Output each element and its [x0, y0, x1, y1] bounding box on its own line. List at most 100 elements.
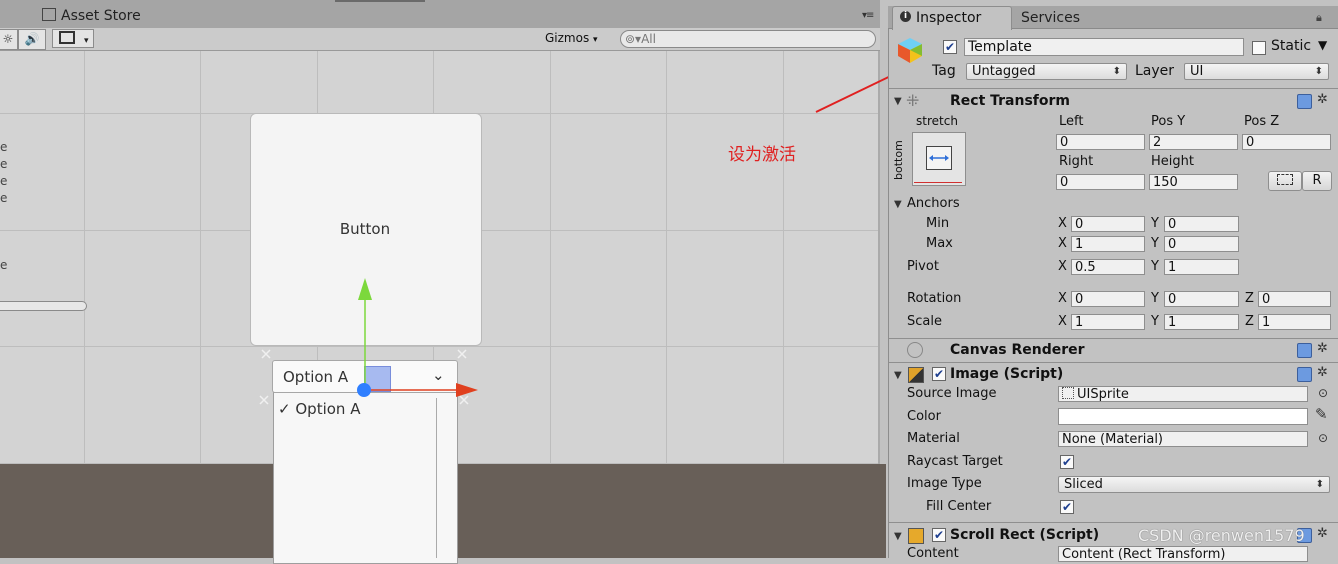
tag-label: Tag — [932, 63, 956, 79]
image-title: Image (Script) — [950, 366, 1064, 382]
gear-icon[interactable]: ✲ — [1317, 365, 1328, 380]
dropdown-template-scrollbar — [436, 398, 437, 558]
pivot-y-field[interactable]: 1 — [1164, 259, 1239, 275]
panel-menu-icon[interactable]: ▾≡ — [862, 10, 874, 21]
image-type-value: Sliced — [1064, 477, 1103, 492]
anchor-max-x-field[interactable]: 1 — [1071, 236, 1145, 252]
gameobject-name-field[interactable]: Template — [964, 38, 1244, 56]
gear-icon[interactable]: ✲ — [1317, 341, 1328, 356]
left-field[interactable]: 0 — [1056, 134, 1145, 150]
offscreen-text: e — [0, 140, 8, 154]
layer-dropdown[interactable]: UI ⬍ — [1184, 63, 1329, 80]
object-picker-icon[interactable]: ⊙ — [1318, 386, 1328, 400]
image-effects-icon — [59, 31, 75, 44]
static-checkbox[interactable] — [1252, 41, 1266, 55]
x-label: X — [1058, 236, 1067, 251]
blueprint-icon — [1277, 174, 1293, 185]
anchor-min-y-field[interactable]: 0 — [1164, 216, 1239, 232]
y-label: Y — [1151, 314, 1159, 329]
y-label: Y — [1151, 291, 1159, 306]
rotation-y-field[interactable]: 0 — [1164, 291, 1239, 307]
gear-icon[interactable]: ✲ — [1317, 92, 1328, 107]
anchor-preset-icon — [926, 146, 952, 170]
source-image-field[interactable]: UISprite — [1058, 386, 1308, 402]
help-icon[interactable] — [1297, 343, 1312, 358]
rotation-label: Rotation — [907, 291, 962, 306]
image-component-icon — [908, 367, 924, 383]
anchors-label: Anchors — [907, 196, 960, 211]
layer-label: Layer — [1135, 63, 1175, 79]
z-label: Z — [1245, 314, 1254, 329]
scroll-rect-enabled-checkbox[interactable]: ✔ — [932, 528, 946, 542]
search-input[interactable]: ⊚▾All — [620, 30, 876, 48]
bottom-label: bottom — [892, 140, 905, 180]
active-checkbox[interactable]: ✔ — [943, 40, 957, 54]
z-label: Z — [1245, 291, 1254, 306]
chevron-down-icon[interactable]: ▼ — [1318, 38, 1327, 52]
fill-center-checkbox[interactable]: ✔ — [1060, 500, 1074, 514]
tag-dropdown[interactable]: Untagged ⬍ — [966, 63, 1127, 80]
raycast-target-label: Raycast Target — [907, 454, 1003, 469]
audio-toggle-icon[interactable]: 🔊 — [18, 29, 46, 50]
gear-icon[interactable]: ✲ — [1317, 526, 1328, 541]
fold-arrow-icon[interactable]: ▼ — [894, 370, 902, 381]
material-field[interactable]: None (Material) — [1058, 431, 1308, 447]
color-swatch[interactable] — [1058, 408, 1308, 425]
scroll-rect-icon — [908, 528, 924, 544]
tab-asset-store[interactable]: Asset Store — [42, 8, 141, 24]
canvas-renderer-title: Canvas Renderer — [950, 342, 1085, 358]
pivot-x-field[interactable]: 0.5 — [1071, 259, 1145, 275]
image-type-dropdown[interactable]: Sliced ⬍ — [1058, 476, 1330, 493]
anchor-min-x-field[interactable]: 0 — [1071, 216, 1145, 232]
blueprint-mode-button[interactable] — [1268, 171, 1302, 191]
image-enabled-checkbox[interactable]: ✔ — [932, 367, 946, 381]
x-label: X — [1058, 314, 1067, 329]
static-label: Static — [1271, 38, 1312, 54]
y-axis-arrow-icon — [358, 278, 372, 300]
pivot-label: Pivot — [907, 259, 939, 274]
rotation-x-field[interactable]: 0 — [1071, 291, 1145, 307]
help-icon[interactable] — [1297, 94, 1312, 109]
gizmos-label: Gizmos — [545, 31, 590, 45]
updown-icon: ⬍ — [1314, 66, 1323, 77]
help-icon[interactable] — [1297, 367, 1312, 382]
updown-icon: ⬍ — [1315, 479, 1324, 490]
gizmos-dropdown[interactable]: Gizmos ▾ — [545, 31, 598, 45]
anchor-max-y-field[interactable]: 0 — [1164, 236, 1239, 252]
rotation-z-field[interactable]: 0 — [1258, 291, 1331, 307]
rect-transform-title: Rect Transform — [950, 93, 1071, 109]
scale-z-field[interactable]: 1 — [1258, 314, 1331, 330]
height-field[interactable]: 150 — [1149, 174, 1238, 190]
fold-arrow-icon[interactable]: ▼ — [894, 96, 902, 107]
content-field[interactable]: Content (Rect Transform) — [1058, 546, 1308, 562]
x-label: X — [1058, 291, 1067, 306]
object-picker-icon[interactable]: ⊙ — [1318, 431, 1328, 445]
offscreen-text: e — [0, 258, 8, 272]
divider — [889, 338, 1338, 339]
raw-edit-button[interactable]: R — [1302, 171, 1332, 191]
image-type-label: Image Type — [907, 476, 982, 491]
tab-services[interactable]: Services — [1021, 10, 1080, 26]
fold-arrow-icon[interactable]: ▼ — [894, 531, 902, 542]
eyedropper-icon[interactable]: ✎ — [1315, 405, 1328, 423]
raycast-target-checkbox[interactable]: ✔ — [1060, 455, 1074, 469]
right-field[interactable]: 0 — [1056, 174, 1145, 190]
lighting-toggle-icon[interactable]: ☼ — [0, 29, 18, 50]
x-label: X — [1058, 259, 1067, 274]
effects-dropdown[interactable]: ▾ — [52, 29, 94, 48]
scroll-rect-title: Scroll Rect (Script) — [950, 527, 1100, 543]
gameobject-cube-icon — [898, 38, 922, 63]
left-label: Left — [1059, 114, 1084, 129]
asset-store-icon — [42, 8, 56, 21]
fold-arrow-icon[interactable]: ▼ — [894, 199, 902, 210]
info-icon: i — [900, 11, 911, 22]
pivot-icon[interactable] — [357, 383, 371, 397]
scale-x-field[interactable]: 1 — [1071, 314, 1145, 330]
lock-icon[interactable]: 🔒︎ — [1316, 11, 1322, 25]
posy-label: Pos Y — [1151, 114, 1186, 129]
y-label: Y — [1151, 216, 1159, 231]
posy-field[interactable]: 2 — [1149, 134, 1238, 150]
scale-y-field[interactable]: 1 — [1164, 314, 1239, 330]
anchor-bottom-line — [914, 182, 962, 183]
posz-field[interactable]: 0 — [1242, 134, 1331, 150]
